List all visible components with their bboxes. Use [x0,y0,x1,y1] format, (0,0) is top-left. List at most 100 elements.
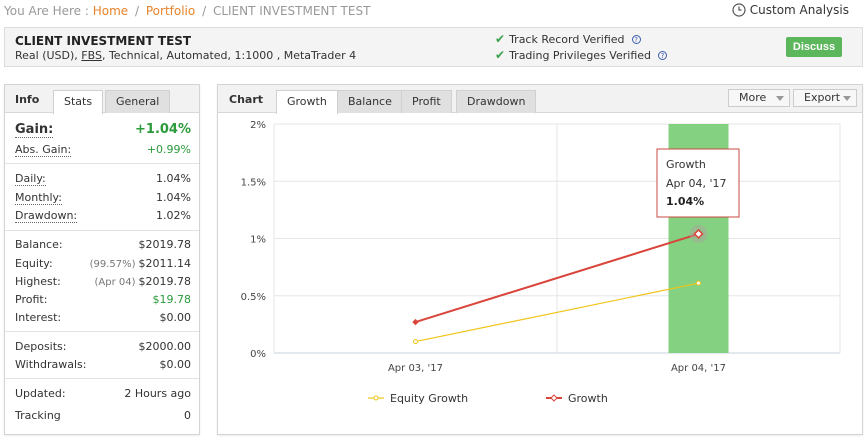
discuss-button[interactable]: Discuss [786,37,842,57]
x-tick-label: Apr 04, '17 [671,363,726,374]
data-point [413,339,418,345]
x-tick-label: Apr 03, '17 [388,363,443,374]
account-name: CLIENT INVESTMENT TEST [15,34,192,48]
abs-gain-row: Abs. Gain: +0.99% [15,143,191,157]
chart-tooltip: Growth Apr 04, '17 1.04% [656,148,740,218]
equity-label: Equity: [15,257,53,270]
breadcrumb-portfolio-link[interactable]: Portfolio [146,4,195,18]
highest-value-wrap: (Apr 04) $2019.78 [94,275,191,288]
top-bar: You Are Here : Home / Portfolio / CLIENT… [0,0,867,24]
account-meta: Real (USD), FBS, Technical, Automated, 1… [15,49,356,62]
deposits-label: Deposits: [15,340,67,353]
deposits-row: Deposits: $2000.00 [15,340,191,354]
legend-label: Growth [568,392,608,405]
abs-gain-label: Abs. Gain: [15,143,72,157]
divider [5,331,199,332]
interest-label: Interest: [15,311,62,324]
highest-label: Highest: [15,275,61,288]
legend-marker [373,395,379,401]
highest-value: $2019.78 [138,275,192,288]
divider [5,230,199,231]
more-dropdown[interactable]: More [728,89,790,107]
profit-row: Profit: $19.78 [15,293,191,307]
tooltip-value: 1.04% [666,195,704,208]
tracking-row: Tracking 0 [15,409,191,423]
legend-marker [550,394,558,402]
help-icon[interactable]: ? [658,50,667,60]
tracking-value: 0 [184,409,191,422]
account-type: Real (USD), [15,49,82,62]
y-tick-label: 1.5% [241,177,266,188]
deposits-value: $2000.00 [138,340,192,353]
y-tick-label: 0% [250,349,266,360]
drawdown-row: Drawdown: 1.02% [15,209,191,223]
withdrawals-row: Withdrawals: $0.00 [15,358,191,372]
data-point [696,280,701,286]
info-panel: Info Stats General Gain: +1.04% Abs. Gai… [4,84,200,435]
highest-date: (Apr 04) [94,277,136,288]
export-dropdown[interactable]: Export [793,89,857,107]
interest-value: $0.00 [159,311,192,324]
breadcrumb-current: CLIENT INVESTMENT TEST [212,4,371,18]
abs-gain-value: +0.99% [146,143,191,156]
tooltip-date: Apr 04, '17 [666,177,727,190]
tab-growth[interactable]: Growth [276,90,338,114]
gain-label: Gain: [15,122,54,138]
tab-profit[interactable]: Profit [401,90,452,113]
y-tick-label: 0.5% [241,292,266,303]
account-header: CLIENT INVESTMENT TEST Real (USD), FBS, … [4,27,863,67]
profit-label: Profit: [15,293,48,306]
equity-value: $2011.14 [138,257,192,270]
balance-row: Balance: $2019.78 [15,238,191,252]
tab-general[interactable]: General [105,90,171,113]
gain-value: +1.04% [135,122,191,137]
daily-row: Daily: 1.04% [15,172,191,186]
broker-link[interactable]: FBS [81,49,102,62]
tab-balance[interactable]: Balance [337,90,403,113]
chart-panel-title: Chart [229,93,264,106]
daily-value: 1.04% [156,172,191,185]
highest-row: Highest: (Apr 04) $2019.78 [15,275,191,289]
balance-label: Balance: [15,238,63,251]
updated-label: Updated: [15,387,66,400]
help-icon[interactable]: ? [631,34,641,44]
breadcrumb-prefix: You Are Here : [4,4,89,18]
track-record-verified: ✔ Track Record Verified ? [495,32,641,46]
equity-percent: (99.57%) [89,259,136,270]
custom-analysis-label: Custom Analysis [749,3,849,17]
profit-value: $19.78 [152,293,192,306]
account-details: , Technical, Automated, 1:1000 , MetaTra… [101,49,357,62]
chevron-down-icon [843,96,851,101]
tab-stats[interactable]: Stats [53,90,104,114]
custom-analysis-link[interactable]: Custom Analysis [732,3,849,17]
tracking-label: Tracking [15,409,61,422]
tooltip-title: Growth [666,158,706,171]
growth-chart: 0% 0.5% 1% 1.5% 2% Apr 03, '17 Apr 04, '17 Equ… [241,120,841,405]
interest-row: Interest: $0.00 [15,311,191,325]
breadcrumb-separator: / [134,4,140,18]
export-label: Export [804,91,841,104]
clock-icon [732,3,746,17]
withdrawals-label: Withdrawals: [15,358,87,371]
equity-value-wrap: (99.57%) $2011.14 [90,257,191,270]
updated-value: 2 Hours ago [124,387,191,400]
checkmark-icon: ✔ [495,48,506,62]
more-label: More [739,91,767,104]
y-tick-label: 1% [250,235,266,246]
chart-panel: Chart Growth Balance Profit Drawdown Mor… [217,84,863,435]
breadcrumb: You Are Here : Home / Portfolio / CLIENT… [4,4,370,18]
track-record-label: Track Record Verified [509,32,625,46]
drawdown-value: 1.02% [156,209,191,222]
trading-privileges-verified: ✔ Trading Privileges Verified ? [495,48,667,62]
tab-drawdown[interactable]: Drawdown [456,90,537,113]
legend-label: Equity Growth [390,392,468,405]
monthly-row: Monthly: 1.04% [15,191,191,205]
daily-label: Daily: [15,172,46,186]
breadcrumb-separator: / [202,4,207,18]
checkmark-icon: ✔ [495,32,506,46]
balance-value: $2019.78 [138,238,192,251]
info-tabbar: Info Stats General [5,85,199,114]
equity-row: Equity: (99.57%) $2011.14 [15,257,191,271]
breadcrumb-home-link[interactable]: Home [93,4,128,18]
data-point [412,318,419,326]
